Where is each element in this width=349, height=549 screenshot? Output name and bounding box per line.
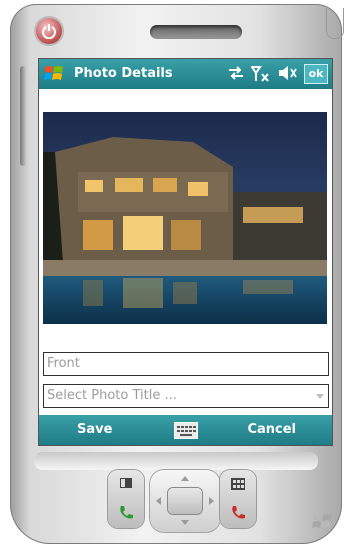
hardware-nav-panel	[34, 452, 318, 470]
down-arrow-icon	[181, 520, 189, 525]
house-photo	[43, 112, 327, 324]
stylus-slot	[326, 8, 344, 39]
end-call-red-icon[interactable]	[230, 504, 246, 520]
keyboard-icon[interactable]	[174, 422, 198, 439]
title-bar: Photo Details ok	[39, 59, 332, 89]
windows-flag-logo-icon	[312, 514, 332, 528]
save-softkey[interactable]: Save	[77, 422, 112, 437]
photo-name-field[interactable]: Front	[43, 352, 329, 376]
call-green-icon[interactable]	[118, 504, 134, 520]
sync-arrows-icon[interactable]	[227, 65, 245, 81]
right-hardware-keys	[220, 470, 256, 528]
cancel-softkey[interactable]: Cancel	[247, 422, 296, 437]
right-softkey-icon[interactable]	[231, 478, 245, 490]
no-signal-antenna-icon[interactable]	[251, 65, 271, 83]
side-button[interactable]	[20, 66, 26, 166]
power-button[interactable]	[36, 18, 62, 44]
windows-logo-icon[interactable]	[44, 64, 64, 84]
left-hardware-keys	[108, 470, 144, 528]
photo-name-value: Front	[47, 356, 80, 371]
ok-button[interactable]: ok	[304, 64, 328, 84]
photo-title-placeholder: Select Photo Title ...	[47, 388, 177, 403]
chevron-down-icon[interactable]	[316, 394, 324, 399]
directional-pad[interactable]	[150, 470, 220, 532]
earpiece-speaker	[150, 25, 242, 39]
device-screen: Photo Details ok Front Select Photo Titl…	[38, 58, 333, 446]
up-arrow-icon	[181, 476, 189, 481]
speaker-muted-icon[interactable]	[277, 65, 297, 81]
dpad-center-button[interactable]	[168, 488, 202, 514]
right-arrow-icon	[209, 497, 214, 505]
photo-title-dropdown[interactable]: Select Photo Title ...	[43, 384, 329, 408]
softkey-bar: Save Cancel	[39, 415, 332, 445]
power-icon	[42, 24, 56, 39]
left-arrow-icon	[156, 497, 161, 505]
left-softkey-icon[interactable]	[120, 478, 132, 488]
window-title: Photo Details	[74, 66, 173, 81]
